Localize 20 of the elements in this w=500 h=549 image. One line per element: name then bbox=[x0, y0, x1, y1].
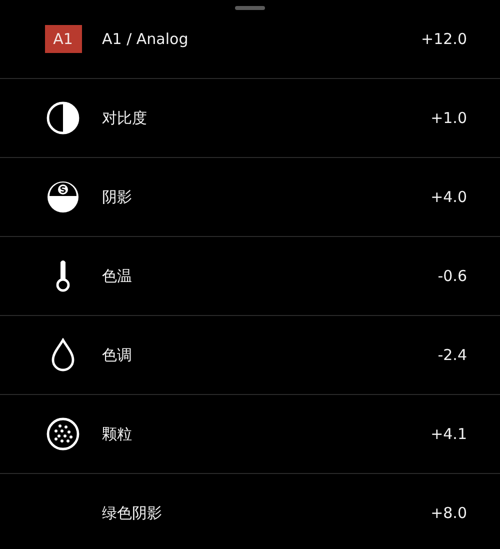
adjustment-value: +4.0 bbox=[430, 188, 467, 206]
adjustment-label: 颗粒 bbox=[102, 424, 133, 444]
adjustment-label: 阴影 bbox=[102, 188, 133, 206]
drop-icon bbox=[50, 338, 76, 372]
adjustment-value: -0.6 bbox=[438, 267, 467, 285]
contrast-icon bbox=[46, 101, 80, 135]
adjustment-label: A1 / Analog bbox=[102, 30, 190, 48]
adjustment-value: +8.0 bbox=[430, 504, 467, 522]
adjustment-label: 绿色阴影 bbox=[102, 504, 163, 522]
adjustment-label: 色调 bbox=[102, 346, 133, 364]
grain-icon bbox=[46, 417, 80, 451]
preset-badge: A1 bbox=[44, 25, 82, 53]
adjustment-value: +12.0 bbox=[421, 30, 467, 48]
adjustment-value: -2.4 bbox=[438, 346, 467, 364]
adjustment-value: +4.1 bbox=[430, 425, 467, 443]
adjustment-value: +1.0 bbox=[430, 109, 467, 127]
adjustment-label: 色温 bbox=[102, 266, 133, 286]
adjustment-label: 对比度 bbox=[102, 108, 148, 128]
shadow-icon bbox=[46, 180, 80, 214]
drag-handle[interactable] bbox=[235, 6, 265, 10]
